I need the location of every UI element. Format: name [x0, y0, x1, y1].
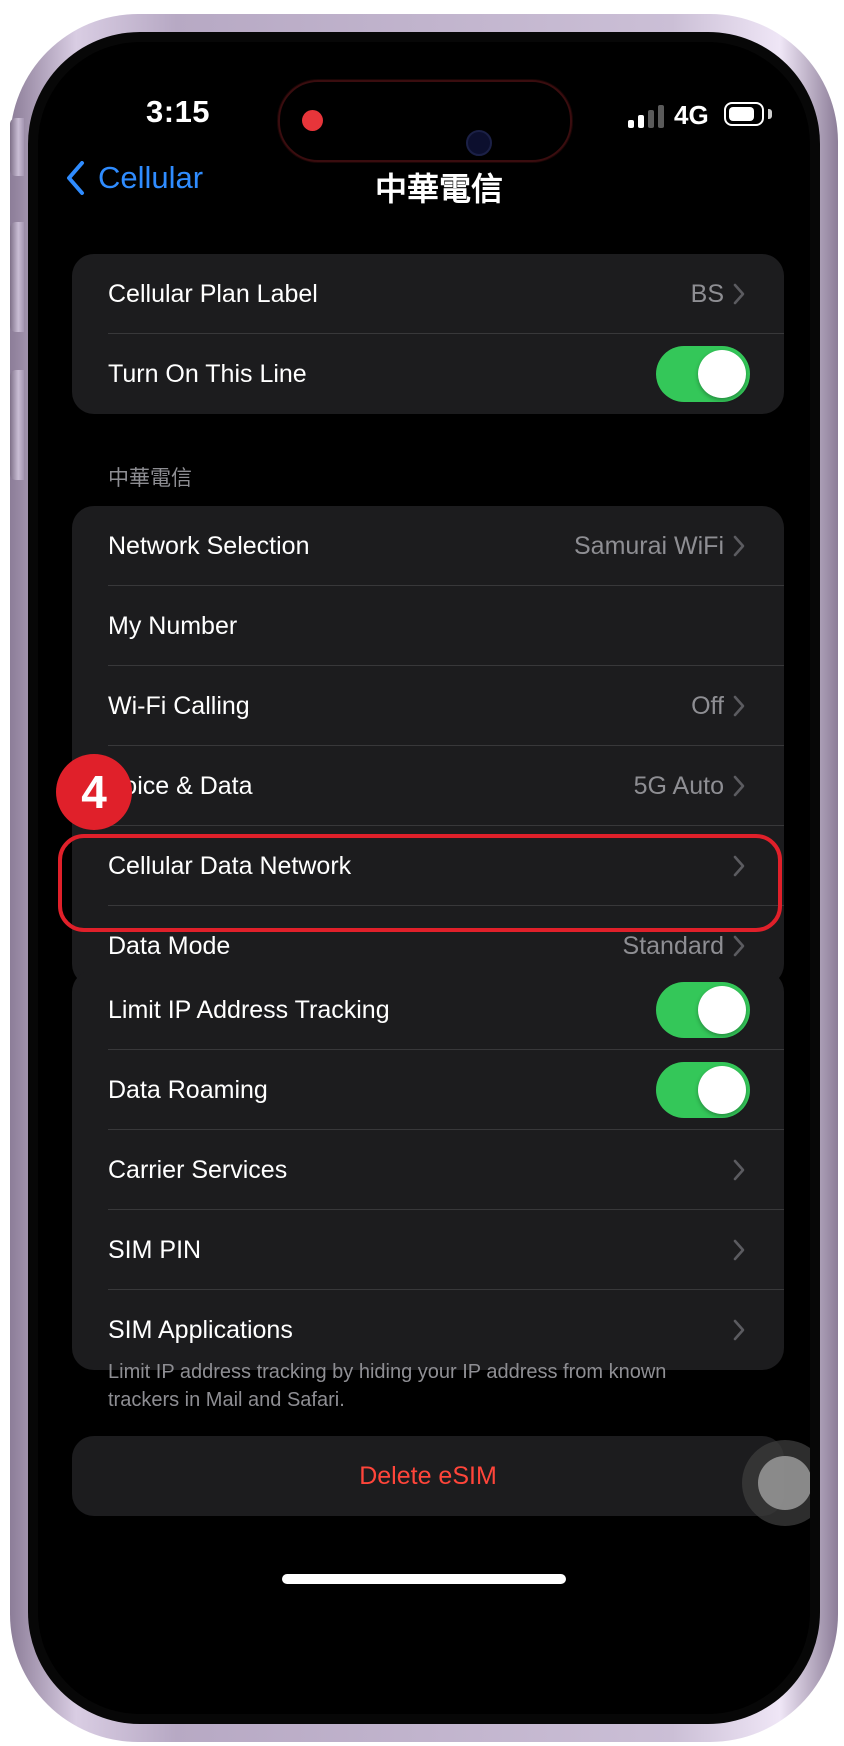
- delete-esim-button[interactable]: Delete eSIM: [72, 1436, 784, 1516]
- my-number-row[interactable]: My Number: [72, 586, 784, 666]
- row-label: Network Selection: [108, 531, 310, 560]
- home-indicator[interactable]: [282, 1574, 566, 1584]
- row-label: Turn On This Line: [108, 359, 307, 388]
- volume-down-button: [10, 370, 24, 480]
- row-label: SIM PIN: [108, 1235, 202, 1264]
- section-header: 中華電信: [108, 467, 192, 490]
- chevron-right-icon: [733, 283, 745, 305]
- row-value: 5G Auto: [633, 771, 724, 800]
- chevron-right-icon: [733, 1239, 745, 1261]
- row-value: Standard: [622, 931, 724, 960]
- voice-and-data-row[interactable]: Voice & Data 5G Auto: [72, 746, 784, 826]
- plan-settings-group: Cellular Plan Label BS Turn On This Line: [72, 254, 784, 414]
- highlight-box: [58, 834, 782, 932]
- turn-on-this-line-row: Turn On This Line: [72, 334, 784, 414]
- privacy-roaming-group: Limit IP Address Tracking Data Roaming C…: [72, 970, 784, 1370]
- front-camera-icon: [466, 130, 492, 156]
- page-title: 中華電信: [374, 171, 503, 207]
- row-label: Limit IP Address Tracking: [108, 995, 390, 1024]
- dynamic-island: [278, 80, 572, 162]
- network-selection-row[interactable]: Network Selection Samurai WiFi: [72, 506, 784, 586]
- chevron-right-icon: [733, 1159, 745, 1181]
- turn-on-line-toggle[interactable]: [656, 346, 750, 402]
- wifi-calling-row[interactable]: Wi-Fi Calling Off: [72, 666, 784, 746]
- volume-up-button: [10, 222, 24, 332]
- chevron-right-icon: [733, 1319, 745, 1341]
- signal-strength-icon: [628, 104, 666, 128]
- limit-ip-tracking-toggle[interactable]: [656, 982, 750, 1038]
- row-value: Off: [691, 691, 724, 720]
- row-label: SIM Applications: [108, 1315, 293, 1344]
- battery-tip: [768, 109, 772, 119]
- row-value: BS: [690, 279, 724, 308]
- footer-note: Limit IP address tracking by hiding your…: [108, 1361, 667, 1411]
- row-label: My Number: [108, 611, 238, 640]
- recording-indicator-icon: [302, 110, 323, 131]
- chevron-right-icon: [733, 775, 745, 797]
- row-label: Data Mode: [108, 931, 231, 960]
- row-label: Voice & Data: [108, 771, 253, 800]
- data-roaming-row: Data Roaming: [72, 1050, 784, 1130]
- row-label: Data Roaming: [108, 1075, 268, 1104]
- row-label: Carrier Services: [108, 1155, 288, 1184]
- action-button: [10, 118, 24, 176]
- chevron-right-icon: [733, 935, 745, 957]
- row-label: Cellular Plan Label: [108, 279, 318, 308]
- battery-icon: [724, 102, 764, 126]
- chevron-right-icon: [733, 535, 745, 557]
- carrier-services-row[interactable]: Carrier Services: [72, 1130, 784, 1210]
- network-type-label: 4G: [674, 100, 709, 130]
- row-value: Samurai WiFi: [573, 531, 724, 560]
- status-time: 3:15: [146, 94, 211, 129]
- row-label: Wi-Fi Calling: [108, 691, 250, 720]
- data-roaming-toggle[interactable]: [656, 1062, 750, 1118]
- limit-ip-tracking-row: Limit IP Address Tracking: [72, 970, 784, 1050]
- step-badge: 4: [56, 754, 132, 830]
- chevron-right-icon: [733, 695, 745, 717]
- cellular-plan-label-row[interactable]: Cellular Plan Label BS: [72, 254, 784, 334]
- sim-pin-row[interactable]: SIM PIN: [72, 1210, 784, 1290]
